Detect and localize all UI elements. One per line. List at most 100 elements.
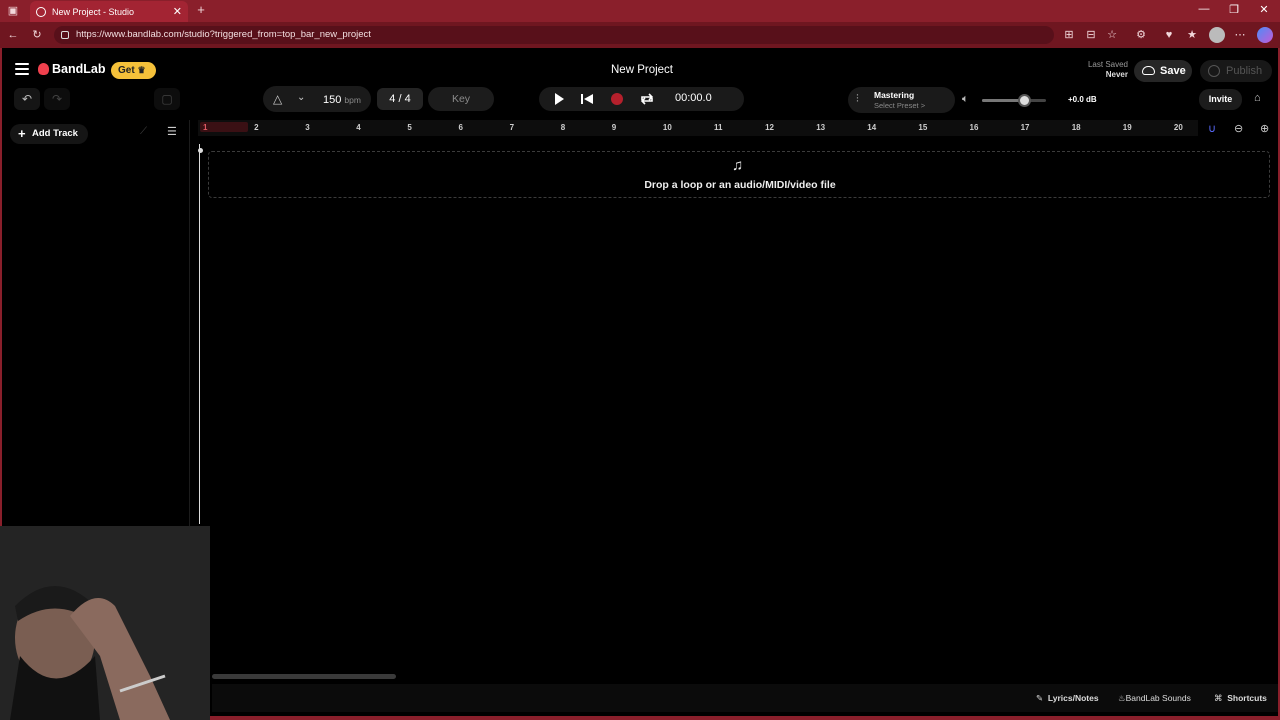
zoom-in-icon[interactable]: ⊕ [1260, 122, 1269, 135]
metronome-icon[interactable]: △ [273, 92, 282, 106]
key-button[interactable]: Key [428, 87, 494, 111]
favorite-star-icon[interactable]: ☆ [1105, 28, 1119, 42]
speaker-mute-icon[interactable]: 🔈︎ [962, 93, 969, 106]
project-title[interactable]: New Project [542, 64, 742, 76]
horizontal-scrollbar[interactable] [212, 674, 396, 679]
bpm-value: 150 [323, 94, 342, 106]
webcam-person-image [0, 526, 210, 720]
lyrics-notes-button[interactable]: ✎ Lyrics/Notes [1036, 690, 1099, 706]
mastering-preset: Select Preset > [874, 101, 926, 110]
browser-essentials-icon[interactable]: ♥ [1162, 28, 1176, 42]
ruler-bar-label: 11 [714, 123, 723, 132]
zoom-out-icon[interactable]: ⊖ [1234, 122, 1243, 135]
ruler-bar-label: 5 [407, 123, 412, 132]
invite-button[interactable]: Invite [1199, 89, 1242, 110]
playhead-handle[interactable] [198, 148, 203, 153]
ruler-bar-label: 18 [1071, 123, 1081, 132]
loop-icon[interactable] [639, 91, 655, 107]
bandlab-logo-icon [38, 63, 49, 75]
url-field[interactable]: https://www.bandlab.com/studio?triggered… [54, 26, 1054, 44]
extensions-icon[interactable]: ⚙ [1134, 28, 1148, 42]
back-icon[interactable]: ← [6, 28, 20, 42]
snap-magnet-icon[interactable]: ∪ [1208, 122, 1216, 135]
bandlab-logo-small-icon: ♨ [1118, 693, 1126, 703]
last-saved-status: Last Saved Never [1074, 60, 1128, 80]
shortcuts-button[interactable]: ⌘ Shortcuts [1214, 690, 1267, 706]
copilot-icon[interactable] [1257, 27, 1273, 43]
reader-icon[interactable]: ⊞ [1062, 28, 1076, 42]
time-signature[interactable]: 4 / 4 [377, 88, 423, 110]
ruler-bar-label: 12 [765, 123, 774, 132]
tab-close-icon[interactable]: ✕ [173, 5, 182, 18]
play-icon[interactable] [551, 91, 567, 107]
bpm-display[interactable]: 150 bpm [323, 94, 361, 106]
tab-actions-icon[interactable]: ▣ [6, 4, 20, 18]
skip-to-start-icon[interactable] [579, 91, 595, 107]
ruler-bar-label: 14 [867, 123, 877, 132]
close-window-button[interactable]: ✕ [1254, 3, 1274, 16]
undo-button[interactable]: ↶ [14, 88, 40, 110]
shortcuts-label: Shortcuts [1227, 693, 1267, 703]
ruler-bar-label: 13 [816, 123, 826, 132]
get-label: Get [118, 65, 135, 76]
bandlab-sounds-button[interactable]: ♨BandLab Sounds [1118, 690, 1191, 706]
ruler-bar-label: 16 [969, 123, 979, 132]
time-display: 00:00.0 [675, 92, 712, 104]
ruler-bar-label: 6 [458, 123, 463, 132]
ruler-bar-label: 9 [611, 123, 617, 132]
url-text: https://www.bandlab.com/studio?triggered… [76, 29, 371, 40]
ruler-bar-label: 15 [918, 123, 928, 132]
cloud-upload-icon [1142, 66, 1155, 75]
mastering-button[interactable]: ⫶ Mastering Select Preset > [848, 87, 955, 113]
ruler-bar-label: 17 [1020, 123, 1030, 132]
save-label: Save [1160, 65, 1186, 77]
new-tab-button[interactable]: + [194, 3, 208, 17]
brand-name: BandLab [52, 62, 106, 76]
favorites-icon[interactable]: ★ [1185, 28, 1199, 42]
last-saved-value: Never [1105, 70, 1128, 79]
transport-controls: 00:00.0 [539, 87, 744, 111]
tab-title: New Project - Studio [52, 6, 135, 17]
studio-footer: ✎ Lyrics/Notes ♨BandLab Sounds ⌘ Shortcu… [212, 684, 1278, 712]
automation-icon[interactable]: ⟋ [140, 126, 147, 137]
drop-zone[interactable]: ♫ Drop a loop or an audio/MIDI/video fil… [208, 151, 1270, 198]
ruler-bar-label: 20 [1173, 123, 1183, 132]
ruler-bar-label: 10 [662, 123, 672, 132]
apps-icon[interactable]: ⊟ [1084, 28, 1098, 42]
crown-icon: ♛ [137, 65, 146, 75]
ruler-bar-label: 19 [1122, 123, 1132, 132]
chevron-down-icon[interactable]: ⌄ [297, 92, 305, 103]
timeline-ruler[interactable]: 1 2 3 4 5 6 7 8 9 10 11 12 13 14 15 16 17 18 19 20 [198, 120, 1198, 136]
playhead[interactable] [198, 144, 203, 524]
save-button[interactable]: Save [1134, 60, 1192, 82]
sounds-label: BandLab Sounds [1125, 693, 1191, 703]
arrange-area[interactable]: ♫ Drop a loop or an audio/MIDI/video fil… [198, 138, 1276, 678]
more-icon[interactable]: ⋯ [1233, 28, 1247, 42]
redo-button[interactable]: ↷ [44, 88, 70, 110]
ruler-bar-label: 4 [356, 123, 361, 132]
gift-icon[interactable]: ⌂ [1254, 92, 1261, 104]
bandlab-logo[interactable]: BandLab [38, 62, 105, 76]
bpm-unit: bpm [344, 95, 361, 105]
refresh-icon[interactable]: ↻ [30, 28, 44, 42]
publish-button[interactable]: Publish [1200, 60, 1272, 82]
sliders-icon: ⫶ [856, 93, 859, 105]
record-button[interactable] [611, 93, 623, 105]
profile-avatar[interactable] [1209, 27, 1225, 43]
add-track-button[interactable]: + Add Track [10, 124, 88, 144]
minimize-button[interactable]: — [1194, 3, 1214, 15]
shortcuts-icon: ⌘ [1214, 693, 1223, 703]
get-membership-button[interactable]: Get ♛ [111, 62, 156, 79]
master-volume-knob[interactable] [1018, 94, 1032, 107]
add-track-label: Add Track [32, 128, 78, 139]
ruler-bar-label: 7 [509, 123, 515, 132]
last-saved-label: Last Saved [1087, 60, 1128, 69]
menu-icon[interactable] [15, 63, 29, 75]
globe-icon [1208, 65, 1220, 77]
restore-button[interactable]: ❐ [1224, 3, 1244, 16]
volume-db-readout: +0.0 dB [1068, 95, 1097, 104]
master-volume-slider[interactable] [982, 94, 1046, 107]
track-settings-icon[interactable]: ☰ [167, 125, 177, 138]
browser-tab[interactable]: New Project - Studio ✕ [30, 1, 188, 22]
editor-toggle-icon[interactable]: ▢ [154, 88, 180, 110]
